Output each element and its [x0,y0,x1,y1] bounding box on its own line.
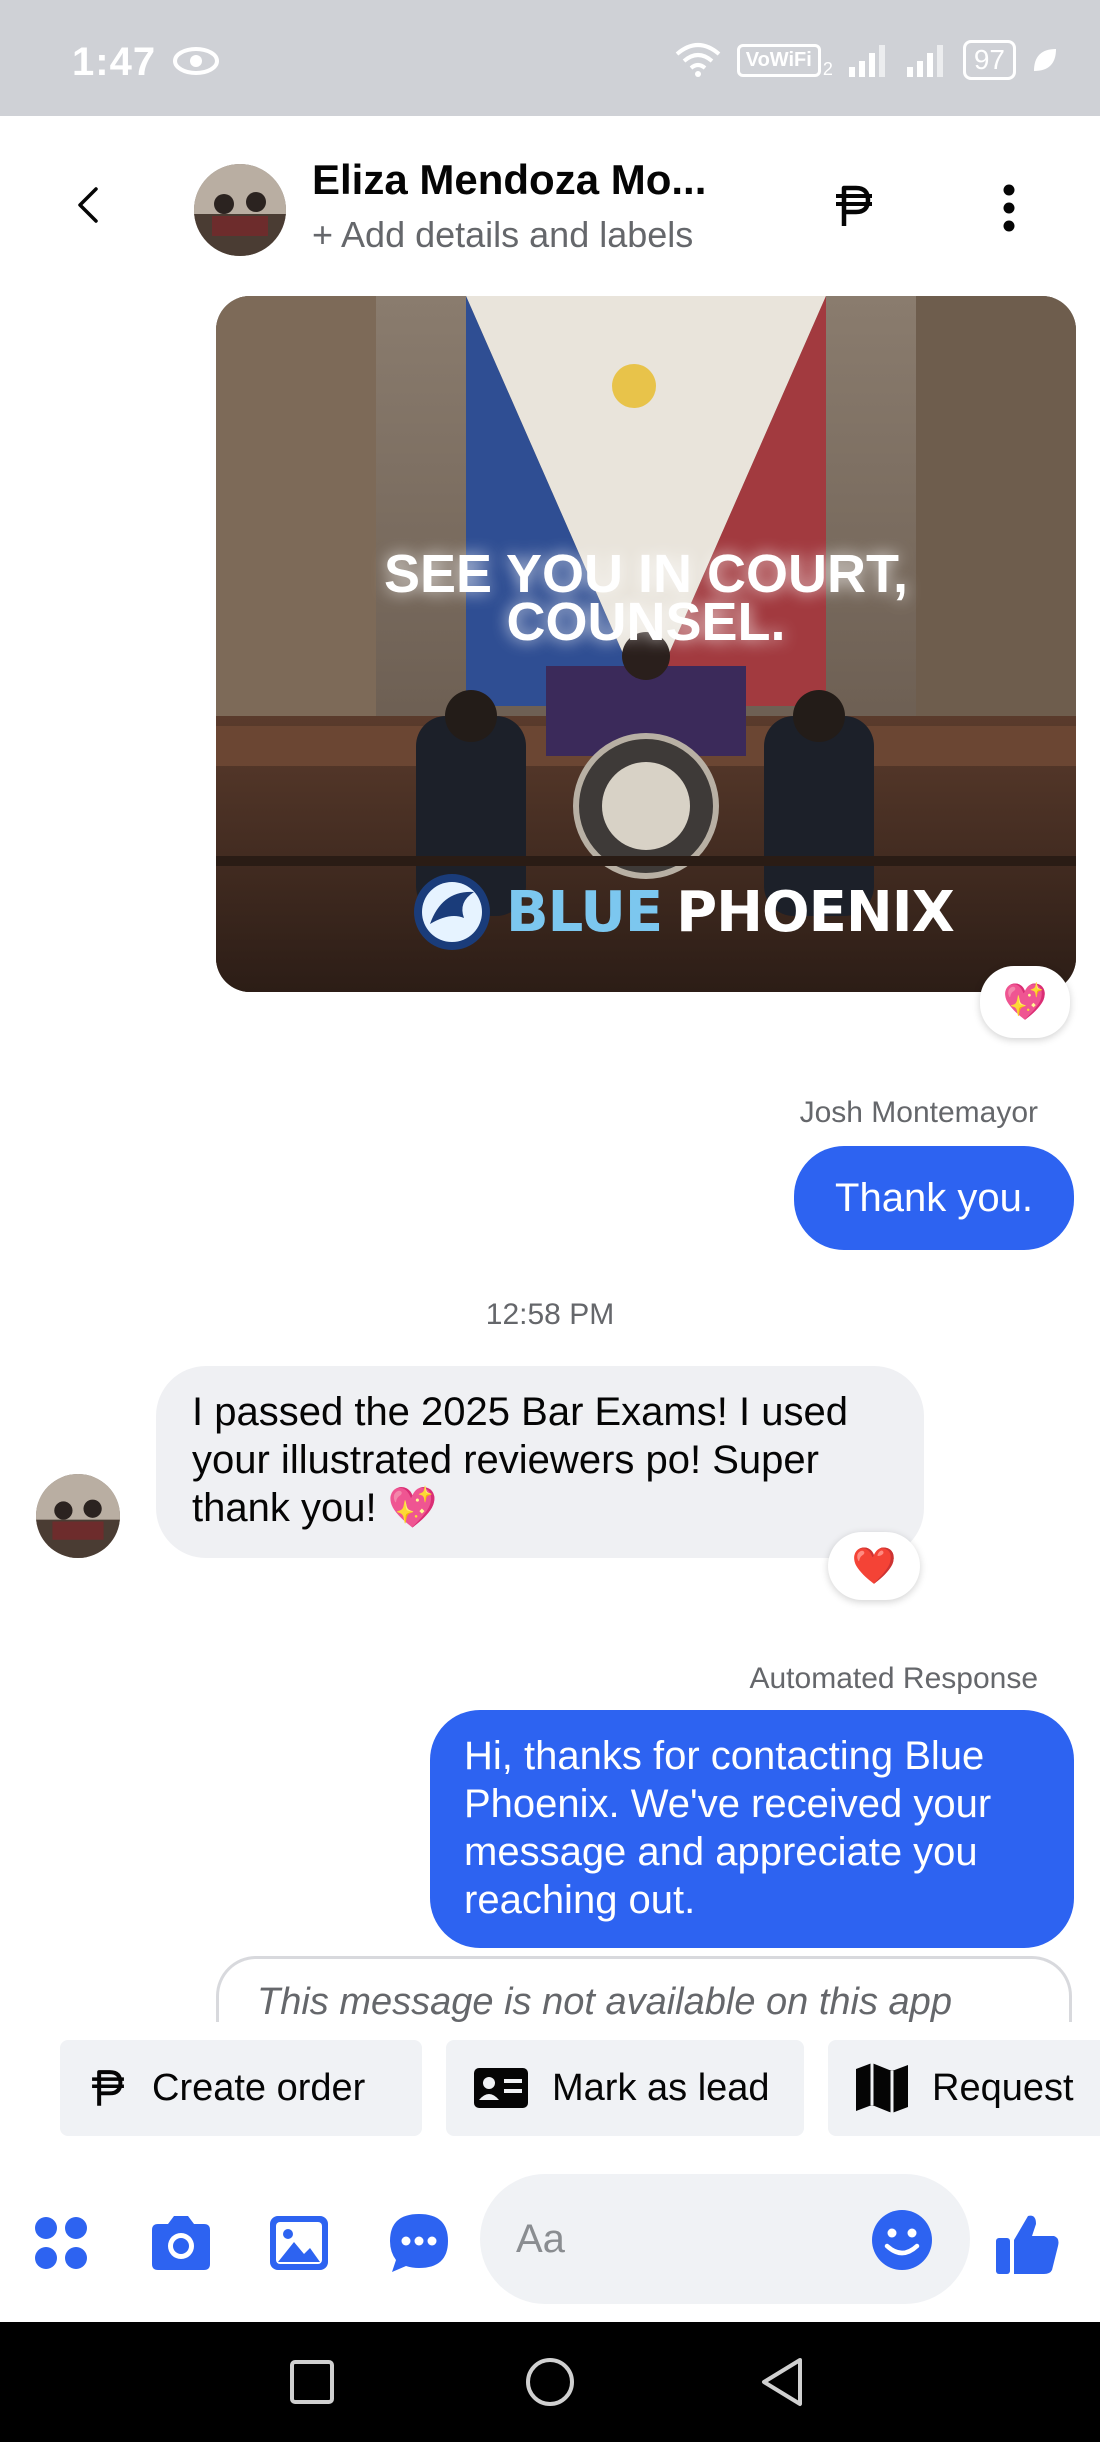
thumbs-up-icon[interactable] [992,2208,1064,2280]
image-reaction[interactable]: 💖 [980,966,1070,1038]
vowifi-badge: VoWiFi [736,43,821,77]
leaf-icon [1034,49,1056,71]
camera-icon[interactable] [146,2208,216,2278]
brand-phoenix: PHOENIX [676,879,955,945]
chip-label: Mark as lead [552,2066,770,2109]
phoenix-emblem-icon [414,874,490,950]
avatar-photo [194,164,286,256]
message-bubble-incoming[interactable]: I passed the 2025 Bar Exams! I used your… [156,1366,924,1558]
signal-icon [848,45,885,77]
status-bar: 1:47 VoWiFi 2 97 [0,0,1100,116]
map-icon [856,2063,908,2113]
sender-label: Josh Montemayor [799,1096,1038,1129]
status-icons: VoWiFi 2 97 [673,40,1060,80]
request-button[interactable]: Request [828,2040,1100,2136]
contact-avatar[interactable] [194,164,286,256]
chat-bubble-icon[interactable] [384,2208,454,2278]
chat-header [0,116,1100,298]
message-bubble-automated[interactable]: Hi, thanks for contacting Blue Phoenix. … [430,1710,1074,1948]
chip-label: Request [932,2066,1074,2109]
avatar-photo-small [36,1474,120,1558]
more-options-icon[interactable] [996,182,1022,234]
gallery-icon[interactable] [264,2208,334,2278]
chip-label: Create order [152,2066,366,2109]
back-arrow-icon[interactable] [70,185,110,225]
system-back-icon[interactable] [758,2356,806,2408]
message-text: Hi, thanks for contacting Blue Phoenix. … [464,1734,992,1922]
home-icon[interactable] [524,2356,576,2408]
peso-icon [92,2070,124,2106]
message-bubble-outgoing[interactable]: Thank you. [794,1146,1074,1250]
battery-indicator: 97 [962,40,1016,80]
emoji-icon[interactable] [870,2208,934,2272]
brand-logo: BLUE PHOENIX [412,872,955,952]
eye-icon [173,47,219,75]
contact-name[interactable]: Eliza Mendoza Mo... [312,156,706,204]
peso-icon[interactable] [832,180,876,232]
add-details-link[interactable]: + Add details and labels [312,214,693,256]
message-text: I passed the 2025 Bar Exams! I used your… [192,1390,848,1530]
message-timestamp: 12:58 PM [485,1298,615,1331]
sender-label-automated: Automated Response [749,1662,1038,1695]
recents-icon[interactable] [288,2358,336,2406]
contact-card-icon [474,2068,528,2108]
signal-icon-2 [906,45,943,77]
shared-image[interactable]: SEE YOU IN COURT, COUNSEL. BLUE PHOENIX [216,296,1076,992]
system-nav-bar [0,2322,1100,2442]
message-text: Thank you. [835,1176,1033,1220]
headline-line-2: COUNSEL. [506,592,786,652]
vowifi-sub: 2 [822,58,833,79]
message-reaction[interactable]: ❤️ [828,1532,920,1600]
input-placeholder: Aa [516,2216,565,2261]
headline-line-1: SEE YOU IN COURT, [383,544,909,604]
brand-blue: BLUE [506,879,663,945]
image-headline: SEE YOU IN COURT, COUNSEL. [216,544,1076,652]
wifi-icon [675,43,721,77]
contact-avatar-small[interactable] [36,1474,120,1558]
status-time: 1:47 [72,40,157,84]
mark-as-lead-button[interactable]: Mark as lead [446,2040,804,2136]
apps-grid-icon[interactable] [26,2208,96,2278]
create-order-button[interactable]: Create order [60,2040,422,2136]
